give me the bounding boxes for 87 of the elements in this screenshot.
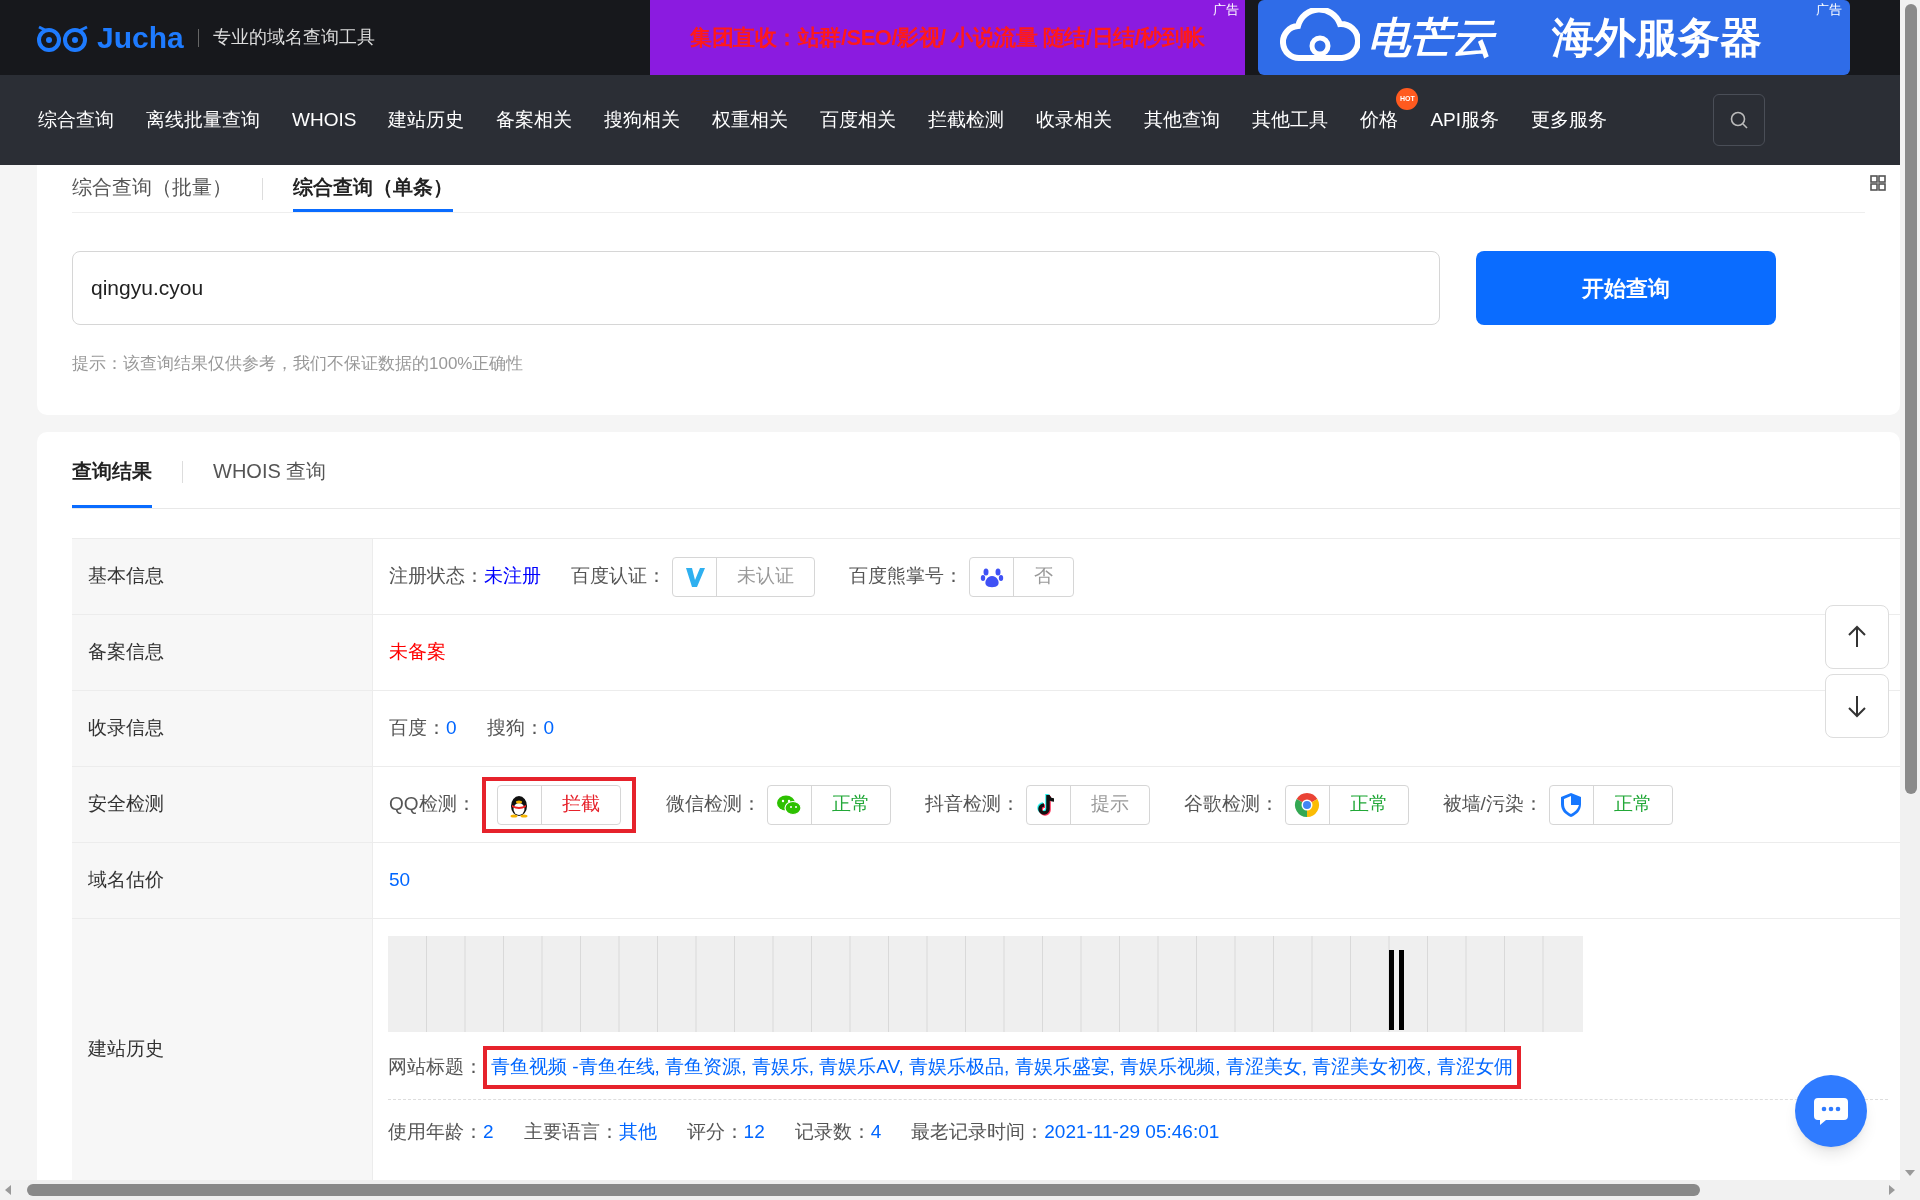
scrollbar-thumb[interactable] [1905,4,1917,794]
site-title-list: 青鱼视频 -青鱼在线, 青鱼资源, 青娱乐, 青娱乐AV, 青娱乐极品, 青娱乐盛宴, 青娱乐视频, 青涩美女, 青涩美女初夜, 青涩女佣 [491,1056,1513,1077]
field-label: 网站标题： [388,1055,483,1079]
arrow-up-icon [1847,625,1867,649]
ad-banner[interactable]: 集团直收：站群/SEO/影视/ 小说流量 随结/日结/秒到帐 广告 [650,0,1245,75]
field-value: 2 [483,1119,494,1144]
field-value: 2021-11-29 05:46:01 [1044,1119,1220,1144]
status-badge: 未认证 [672,556,815,597]
status-badge: 正常 [766,784,891,825]
shield-icon [1560,791,1583,818]
chrome-icon [1294,791,1321,818]
scroll-right-arrow-icon[interactable] [1889,1185,1895,1195]
field-value: 4 [870,1119,882,1144]
nav-link[interactable]: 备案相关 [496,108,573,130]
row-label: 域名估价 [88,868,164,893]
scroll-up-button[interactable] [1825,605,1889,669]
status-badge: 正常 [1284,784,1409,825]
status-badge: 正常 [1548,784,1673,825]
status-badge: 否 [969,556,1074,597]
field-label: 百度： [389,716,446,741]
field-value: 0 [446,716,457,741]
search-button[interactable] [1713,94,1765,146]
ad-text: 集团直收：站群/SEO/影视/ 小说流量 随结/日结/秒到帐 [690,23,1205,52]
status-badge: 拦截 [496,784,621,825]
status-badge: 提示 [1025,784,1150,825]
slogan: 专业的域名查询工具 [212,26,375,49]
field-value: 未备案 [389,640,446,665]
field-label: QQ检测： [389,792,476,817]
chat-bubble-icon [1812,1096,1850,1126]
field-value: 0 [543,716,555,741]
tab[interactable]: 综合查询（单条） [293,165,453,212]
nav-link[interactable]: 搜狗相关 [604,108,681,130]
row-label: 建站历史 [88,1037,164,1062]
nav-link[interactable]: 建站历史 [388,108,465,130]
nav-link[interactable]: 拦截检测 [928,108,1005,130]
chat-bubbles-icon [776,793,803,816]
arrow-down-icon [1847,694,1867,718]
tab[interactable]: WHOIS 查询 [213,436,327,508]
field-value: 50 [389,868,411,893]
tab[interactable]: 查询结果 [72,436,152,508]
nav-link[interactable]: 其他查询 [1144,108,1221,130]
ad-text: 海外服务器 [1552,13,1762,63]
search-icon [1729,110,1749,130]
field-label: 使用年龄： [388,1119,483,1144]
ad-label: 广告 [1213,1,1239,19]
field-label: 微信检测： [665,792,761,817]
field-label: 谷歌检测： [1183,792,1279,817]
scroll-down-button[interactable] [1825,674,1889,738]
scroll-left-arrow-icon[interactable] [5,1185,11,1195]
row-label: 基本信息 [88,564,164,589]
field-label: 注册状态： [389,564,484,589]
nav-link[interactable]: 百度相关 [820,108,897,130]
field-value: 未注册 [484,564,541,589]
ad-label: 广告 [1816,1,1842,19]
field-label: 最老记录时间： [911,1119,1045,1144]
logo-text[interactable]: Jucha [97,15,184,60]
nav-link[interactable]: 收录相关 [1036,108,1113,130]
field-label: 记录数： [794,1119,871,1144]
start-query-button[interactable]: 开始查询 [1476,251,1776,325]
field-label: 抖音检测： [924,792,1020,817]
vertical-scrollbar[interactable] [1900,0,1920,1180]
field-label: 百度熊掌号： [849,564,963,589]
field-label: 搜狗： [486,716,544,741]
nav-link[interactable]: 权重相关 [712,108,789,130]
field-label: 被墙/污染： [1442,792,1543,817]
row-label: 备案信息 [88,640,164,665]
domain-input[interactable]: qingyu.cyou [72,251,1440,325]
field-label: 评分： [686,1119,744,1144]
field-value: 12 [743,1119,765,1144]
grid-icon[interactable] [1870,175,1886,191]
nav-link[interactable]: API服务 [1430,108,1499,130]
scrollbar-thumb[interactable] [27,1184,1700,1196]
field-value: 其他 [618,1119,657,1144]
horizontal-scrollbar[interactable] [0,1180,1920,1200]
hint-text: 提示：该查询结果仅供参考，我们不保证数据的100%正确性 [72,353,525,375]
nav-link[interactable]: 离线批量查询 [146,108,260,130]
field-label: 百度认证： [571,564,666,589]
field-label: 主要语言： [523,1119,619,1144]
row-label: 收录信息 [88,716,164,741]
nav-link[interactable]: WHOIS [292,108,357,130]
nav-link[interactable]: 综合查询 [38,108,114,130]
ad-banner[interactable]: 电芒云 海外服务器 广告 [1258,0,1850,75]
nav-link[interactable]: 更多服务 [1531,108,1607,130]
row-label: 安全检测 [88,792,164,817]
nav-link[interactable]: 价格 [1360,108,1399,130]
nav-link[interactable]: 其他工具 [1252,108,1329,130]
tab[interactable]: 综合查询（批量） [72,165,232,212]
